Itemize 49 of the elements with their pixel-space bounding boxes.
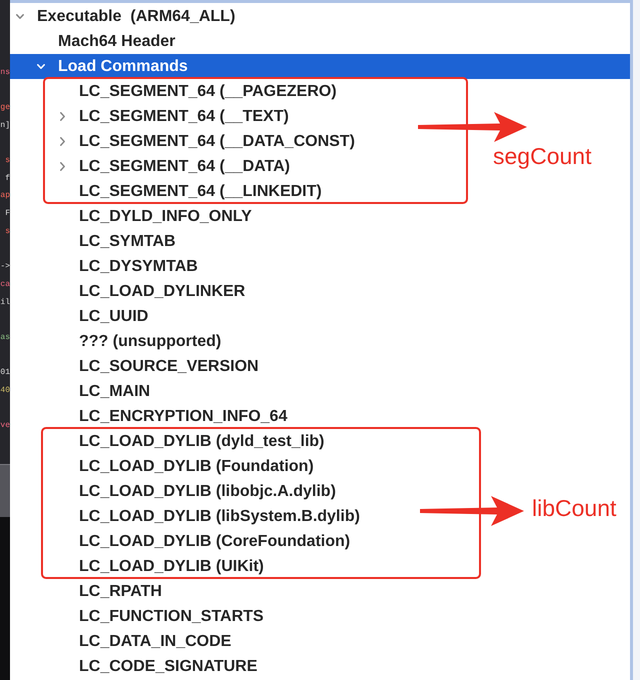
code-fragment: F <box>5 209 10 220</box>
chevron-right-icon[interactable] <box>60 137 64 146</box>
tree-item[interactable]: LC_DYSYMTAB <box>79 254 198 279</box>
tree-item[interactable]: LC_DYLD_INFO_ONLY <box>79 204 252 229</box>
tree-item[interactable]: LC_LOAD_DYLIB (UIKit) <box>79 554 264 579</box>
tree-item[interactable]: LC_RPATH <box>79 579 162 604</box>
annotation-label: libCount <box>532 495 616 521</box>
tree-item[interactable]: Mach64 Header <box>58 29 176 54</box>
chevron-right-icon[interactable] <box>60 162 64 171</box>
tree-item[interactable]: LC_LOAD_DYLIB (dyld_test_lib) <box>79 429 324 454</box>
tree-item[interactable]: LC_FUNCTION_STARTS <box>79 604 264 629</box>
code-fragment: n] <box>0 120 10 131</box>
code-fragment: f <box>5 174 10 184</box>
code-fragment: ns <box>0 68 10 78</box>
annotation-label: segCount <box>493 143 592 169</box>
tree-item[interactable]: LC_LOAD_DYLIB (Foundation) <box>79 454 314 479</box>
tree-item[interactable]: LC_LOAD_DYLINKER <box>79 279 246 304</box>
tree-item[interactable]: LC_LOAD_DYLIB (libSystem.B.dylib) <box>79 504 360 529</box>
tree-item[interactable]: LC_MAIN <box>79 379 150 404</box>
code-fragment: s <box>5 226 10 237</box>
tree-item[interactable]: ??? (unsupported) <box>79 329 222 354</box>
code-fragment: ap <box>0 191 10 202</box>
tree-item[interactable]: LC_UUID <box>79 304 148 329</box>
code-fragment: 01 <box>0 368 10 378</box>
code-fragment: il <box>0 298 10 308</box>
code-fragment: s <box>5 156 10 166</box>
tree-item[interactable]: LC_SOURCE_VERSION <box>79 354 259 379</box>
code-fragment: 40 <box>0 386 10 396</box>
code-fragment: ve <box>0 421 10 432</box>
tree-item[interactable]: LC_SEGMENT_64 (__DATA) <box>58 154 290 179</box>
tree-item[interactable]: LC_LOAD_DYLIB (CoreFoundation) <box>79 529 350 554</box>
tree-item[interactable]: LC_SEGMENT_64 (__DATA_CONST) <box>58 129 355 154</box>
tree-item[interactable]: LC_CODE_SIGNATURE <box>79 654 258 679</box>
tree-item[interactable]: LC_LOAD_DYLIB (libobjc.A.dylib) <box>79 479 336 504</box>
code-fragment: ca <box>0 280 10 290</box>
tree-item[interactable]: LC_SYMTAB <box>79 229 176 254</box>
tree-item[interactable]: LC_SEGMENT_64 (__LINKEDIT) <box>79 179 322 204</box>
debug-toolbar <box>0 464 10 517</box>
tree-item[interactable]: LC_ENCRYPTION_INFO_64 <box>79 404 288 429</box>
tree-item[interactable]: LC_SEGMENT_64 (__PAGEZERO) <box>79 79 337 104</box>
tree-item[interactable]: Executable (ARM64_ALL) <box>16 4 236 29</box>
code-fragment: ge <box>0 102 10 113</box>
tree-item[interactable]: LC_SEGMENT_64 (__TEXT) <box>58 104 289 129</box>
code-fragment: as <box>0 332 10 343</box>
chevron-down-icon[interactable] <box>16 14 24 19</box>
chevron-right-icon[interactable] <box>60 112 64 121</box>
code-fragment: -> <box>0 262 10 272</box>
tree-item[interactable]: LC_DATA_IN_CODE <box>79 629 232 654</box>
tree-item[interactable]: Load Commands <box>37 54 188 79</box>
